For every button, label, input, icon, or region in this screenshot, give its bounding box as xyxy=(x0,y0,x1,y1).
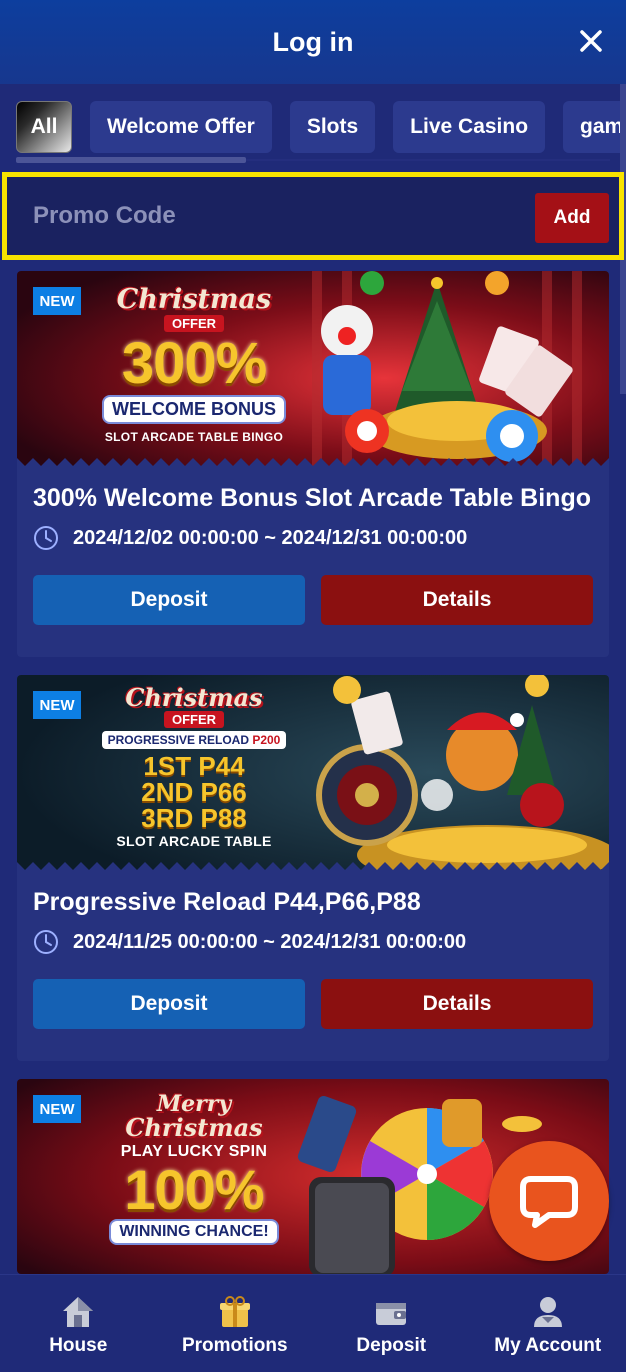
tab-live-casino[interactable]: Live Casino xyxy=(393,101,546,153)
banner-prog-label: PROGRESSIVE RELOAD xyxy=(107,733,249,747)
banner-script: Christmas xyxy=(125,683,263,712)
banner-percent: 300% xyxy=(121,331,267,396)
live-chat-button[interactable] xyxy=(489,1141,609,1261)
zigzag-edge xyxy=(17,862,609,870)
nav-house[interactable]: House xyxy=(0,1275,157,1372)
promo-banner[interactable]: NEW Christmas OFFER PROGRESSIVE RELOAD P… xyxy=(17,675,609,870)
clock-icon xyxy=(34,930,58,954)
promo-card: NEW Christmas OFFER PROGRESSIVE RELOAD P… xyxy=(17,675,609,1061)
banner-headline: Christmas OFFER 300% WELCOME BONUS SLOT … xyxy=(99,285,289,444)
new-badge: NEW xyxy=(33,287,81,315)
nav-deposit[interactable]: Deposit xyxy=(313,1275,470,1372)
wallet-icon xyxy=(376,1303,407,1325)
details-button[interactable]: Details xyxy=(321,979,593,1029)
promo-card: NEW Christmas OFFER 300% WELCOME BONUS S… xyxy=(17,271,609,657)
header: Log in xyxy=(0,0,626,84)
deposit-button[interactable]: Deposit xyxy=(33,575,305,625)
new-badge: NEW xyxy=(33,691,81,719)
tabs-scrollbar[interactable] xyxy=(16,157,246,163)
promo-date-text: 2024/11/25 00:00:00 ~ 2024/12/31 00:00:0… xyxy=(73,930,467,953)
tab-game[interactable]: game xyxy=(563,101,626,153)
user-icon xyxy=(533,1297,562,1327)
banner-script-christmas: Christmas xyxy=(125,1113,263,1142)
banner-headline: Christmas OFFER PROGRESSIVE RELOAD P200 … xyxy=(99,685,289,849)
house-icon xyxy=(63,1297,94,1327)
banner-subtitle: SLOT ARCADE TABLE xyxy=(116,833,272,849)
promo-banner[interactable]: NEW Christmas OFFER 300% WELCOME BONUS S… xyxy=(17,271,609,466)
details-button[interactable]: Details xyxy=(321,575,593,625)
banner-script: Christmas xyxy=(116,284,272,315)
banner-prog-amount: P200 xyxy=(252,733,281,747)
tab-slots[interactable]: Slots xyxy=(289,101,376,153)
promo-code-box: Add xyxy=(2,172,624,260)
promo-date: 2024/12/02 00:00:00 ~ 2024/12/31 00:00:0… xyxy=(33,525,467,551)
clock-icon xyxy=(34,526,58,550)
promo-title: Progressive Reload P44,P66,P88 xyxy=(33,888,421,916)
promo-date: 2024/11/25 00:00:00 ~ 2024/12/31 00:00:0… xyxy=(33,929,466,955)
nav-promotions[interactable]: Promotions xyxy=(157,1275,314,1372)
banner-percent: 100% xyxy=(124,1158,264,1221)
add-promo-button[interactable]: Add xyxy=(535,193,609,243)
nav-label-promotions: Promotions xyxy=(181,1335,288,1356)
tabs-scroll-track xyxy=(246,159,610,161)
banner-offer: OFFER xyxy=(163,711,225,728)
banner-line-3: 3RD P88 xyxy=(141,803,247,833)
chat-icon xyxy=(520,1176,578,1228)
nav-my-account[interactable]: My Account xyxy=(470,1275,626,1372)
tab-welcome-offer[interactable]: Welcome Offer xyxy=(90,101,272,153)
nav-label-house: House xyxy=(49,1335,108,1356)
nav-label-my-account: My Account xyxy=(494,1335,602,1356)
zigzag-edge xyxy=(17,458,609,466)
new-badge: NEW xyxy=(33,1095,81,1123)
promo-date-text: 2024/12/02 00:00:00 ~ 2024/12/31 00:00:0… xyxy=(73,526,468,549)
bottom-navigation: House Promotions Deposit My Account xyxy=(0,1274,626,1372)
banner-script-merry: Merry xyxy=(156,1091,232,1117)
close-icon[interactable] xyxy=(574,24,608,58)
promo-title: 300% Welcome Bonus Slot Arcade Table Bin… xyxy=(33,484,591,512)
page-title: Log in xyxy=(272,26,354,57)
banner-headline: Merry Christmas PLAY LUCKY SPIN 100% WIN… xyxy=(99,1093,289,1245)
banner-line-1: 1ST P44 xyxy=(143,751,245,781)
banner-pill: WINNING CHANCE! xyxy=(109,1219,279,1245)
tab-all[interactable]: All xyxy=(16,101,72,153)
banner-line-2: 2ND P66 xyxy=(141,777,247,807)
gift-icon xyxy=(219,1296,250,1327)
deposit-button[interactable]: Deposit xyxy=(33,979,305,1029)
banner-pill: WELCOME BONUS xyxy=(102,395,286,424)
banner-offer: OFFER xyxy=(163,315,225,332)
banner-subtitle: SLOT ARCADE TABLE BINGO xyxy=(104,430,284,444)
nav-label-deposit: Deposit xyxy=(356,1335,427,1356)
banner-progressive: PROGRESSIVE RELOAD P200 xyxy=(101,731,287,749)
promo-code-input[interactable] xyxy=(19,191,534,241)
